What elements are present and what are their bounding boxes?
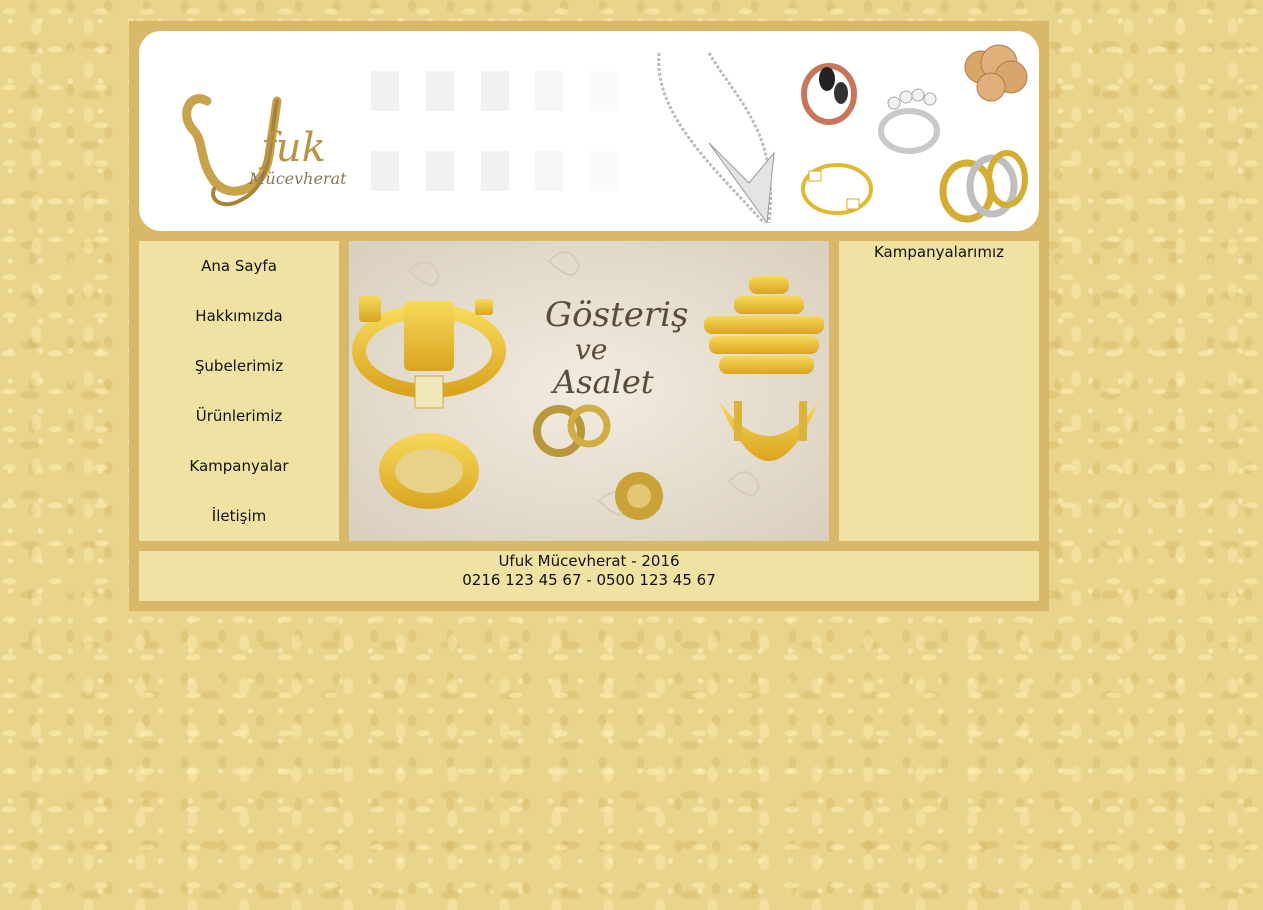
menu-item-kampanyalar[interactable]: Kampanyalar — [139, 441, 339, 491]
placeholder-tile — [535, 151, 563, 191]
ring-icon — [801, 63, 857, 125]
logo-subtitle: Mücevherat — [248, 169, 347, 188]
necklace-icon — [657, 52, 775, 223]
footer-copyright: Ufuk Mücevherat - 2016 — [498, 552, 680, 570]
placeholder-tile — [371, 151, 399, 191]
campaigns-title: Kampanyalarımız — [873, 243, 1004, 261]
menu-item-ana-sayfa[interactable]: Ana Sayfa — [139, 241, 339, 291]
placeholder-tile — [535, 71, 563, 111]
placeholder-tile — [426, 71, 454, 111]
menu-item-subelerimiz[interactable]: Şubelerimiz — [139, 341, 339, 391]
header: fuk Mücevherat — [139, 31, 1039, 231]
placeholder-tile — [589, 71, 617, 111]
menu-item-urunlerimiz[interactable]: Ürünlerimiz — [139, 391, 339, 441]
footer: Ufuk Mücevherat - 2016 0216 123 45 67 - … — [139, 551, 1039, 601]
logo-wordmark: fuk — [258, 125, 326, 171]
banner-title-line3: Asalet — [550, 363, 654, 401]
menu-item-iletisim[interactable]: İletişim — [139, 491, 339, 541]
campaigns-panel: Kampanyalarımız — [839, 241, 1039, 541]
placeholder-tile — [481, 71, 509, 111]
banner-art: Gösteriş ve Asalet — [349, 241, 829, 541]
site-logo[interactable]: fuk Mücevherat — [169, 61, 369, 211]
placeholder-tile — [481, 151, 509, 191]
bracelet-icon — [801, 163, 873, 215]
footer-phones: 0216 123 45 67 - 0500 123 45 67 — [462, 571, 716, 589]
ring-icon — [939, 150, 1028, 223]
banner-title-line1: Gösteriş — [545, 295, 688, 335]
placeholder-tile — [426, 151, 454, 191]
placeholder-tile — [371, 71, 399, 111]
promo-banner: Gösteriş ve Asalet — [349, 241, 829, 541]
page-wrapper: fuk Mücevherat Ana Sayfa Hakkımızda Şube… — [129, 21, 1049, 611]
placeholder-tile — [589, 151, 617, 191]
menu-item-hakkimizda[interactable]: Hakkımızda — [139, 291, 339, 341]
bracelet-icon — [379, 433, 479, 509]
coin-icon — [964, 44, 1028, 102]
banner-title-line2: ve — [575, 333, 607, 366]
main-menu: Ana Sayfa Hakkımızda Şubelerimiz Ürünler… — [139, 241, 339, 541]
